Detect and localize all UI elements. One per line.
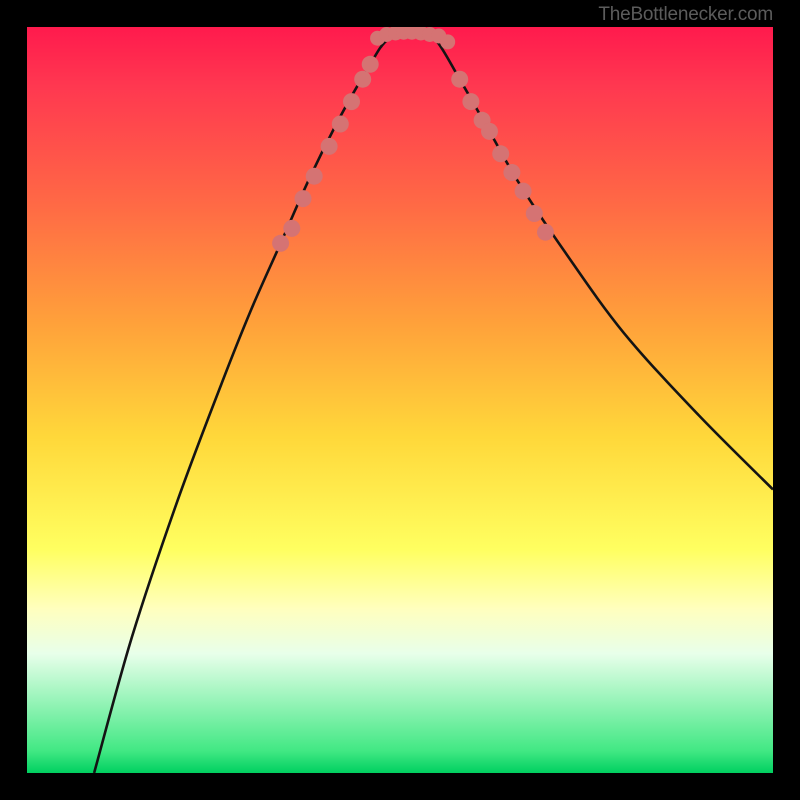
data-dot [537, 224, 554, 241]
data-dot [343, 93, 360, 110]
data-dot [283, 220, 300, 237]
data-dot [332, 116, 349, 133]
data-dot [362, 56, 379, 73]
data-dot [354, 71, 371, 88]
chart-svg [27, 27, 773, 773]
data-dot [272, 235, 289, 252]
data-dot [481, 123, 498, 140]
data-dot [321, 138, 338, 155]
data-dot [451, 71, 468, 88]
data-dot [515, 183, 532, 200]
data-dot [440, 34, 455, 49]
data-dot [462, 93, 479, 110]
data-dot [503, 164, 520, 181]
data-dot [295, 190, 312, 207]
bottleneck-curve [94, 34, 773, 773]
plot-area [27, 27, 773, 773]
data-dot [526, 205, 543, 222]
data-dot [306, 168, 323, 185]
data-dots [272, 27, 554, 252]
watermark-text: TheBottlenecker.com [598, 4, 773, 26]
outer-frame: TheBottlenecker.com [0, 0, 800, 800]
data-dot [492, 145, 509, 162]
